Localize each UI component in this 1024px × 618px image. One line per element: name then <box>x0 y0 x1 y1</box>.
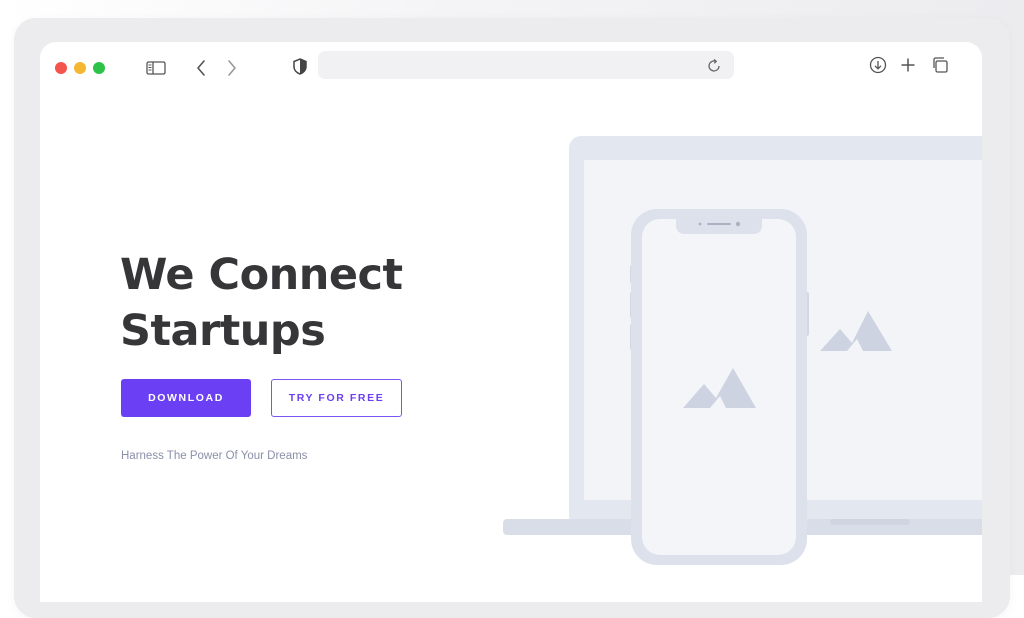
device-illustration <box>503 136 982 565</box>
phone-illustration <box>630 209 809 565</box>
browser-window: We Connect Startups DOWNLOAD TRY FOR FRE… <box>40 42 982 602</box>
